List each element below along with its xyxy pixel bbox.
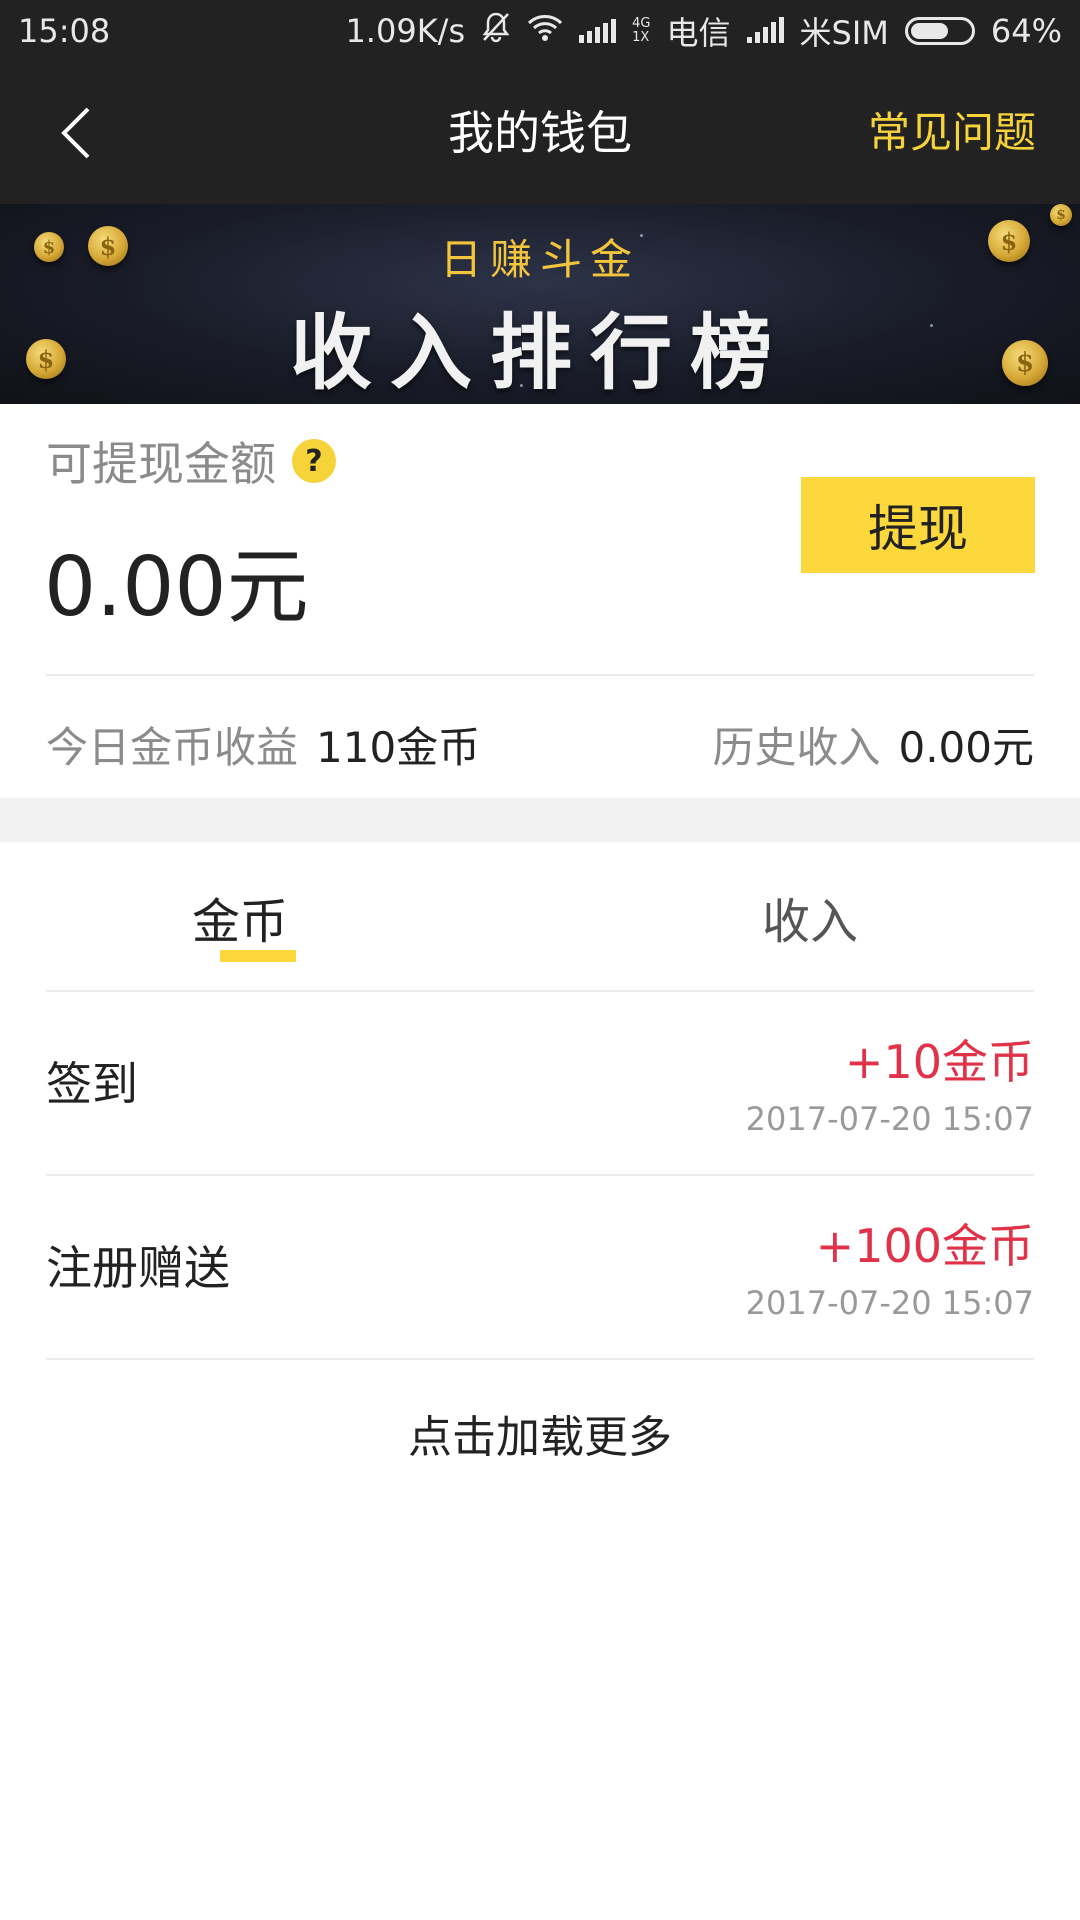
signal-icon-1 xyxy=(579,19,617,43)
network-type: 4G 1X xyxy=(632,17,650,45)
history-income-value: 0.00元 xyxy=(898,722,1034,772)
income-ranking-banner[interactable]: 日赚斗金 收入排行榜 xyxy=(0,204,1080,404)
wifi-icon xyxy=(527,12,563,50)
battery-icon xyxy=(904,17,975,45)
today-coins-value: 110金币 xyxy=(316,722,481,772)
list-item: 注册赠送 +100金币 2017-07-20 15:07 xyxy=(46,1176,1034,1360)
battery-percent: 64% xyxy=(990,12,1062,50)
withdrawable-label: 可提现金额 xyxy=(46,437,276,491)
record-name: 注册赠送 xyxy=(46,1241,230,1295)
banner-title: 收入排行榜 xyxy=(289,306,790,401)
withdrawable-amount: 0.00元 xyxy=(44,540,309,635)
faq-link[interactable]: 常见问题 xyxy=(868,62,1036,204)
section-gap xyxy=(0,798,1080,842)
net-speed: 1.09K/s xyxy=(345,12,466,50)
back-button[interactable] xyxy=(40,98,110,168)
signal-icon-2 xyxy=(746,17,784,43)
banner-subtitle: 日赚斗金 xyxy=(439,235,640,284)
tab-coins[interactable]: 金币 xyxy=(0,842,540,992)
tab-bar: 金币 收入 xyxy=(0,842,1080,992)
balance-section: 可提现金额 ? 0.00元 提现 今日金币收益 110金币 历史收入 0.00元 xyxy=(0,404,1080,798)
status-time: 15:08 xyxy=(18,12,111,50)
today-coins-label: 今日金币收益 xyxy=(46,722,299,772)
tab-income[interactable]: 收入 xyxy=(540,842,1080,992)
divider xyxy=(46,1358,1034,1360)
help-icon[interactable]: ? xyxy=(292,439,336,483)
chevron-left-icon xyxy=(61,107,90,159)
earnings-summary: 今日金币收益 110金币 历史收入 0.00元 xyxy=(46,704,1034,784)
network-type-top: 4G xyxy=(632,16,651,31)
carrier-2: 米SIM xyxy=(799,14,889,52)
history-income-label: 历史收入 xyxy=(712,722,881,772)
load-more-button[interactable]: 点击加载更多 xyxy=(0,1398,1080,1478)
status-right: 1.09K/s 4G 1X 电信 米SIM 64% xyxy=(345,8,1062,54)
status-bar: 15:08 1.09K/s 4G 1X 电信 米SIM 64% xyxy=(0,0,1080,62)
tab-income-label: 收入 xyxy=(761,894,858,950)
divider xyxy=(46,674,1034,676)
record-amount: +100金币 xyxy=(815,1219,1034,1273)
network-type-bottom: 1X xyxy=(632,30,650,45)
record-time: 2017-07-20 15:07 xyxy=(745,1284,1034,1322)
record-time: 2017-07-20 15:07 xyxy=(745,1100,1034,1138)
record-name: 签到 xyxy=(46,1057,138,1111)
carrier-1: 电信 xyxy=(666,14,731,52)
record-amount: +10金币 xyxy=(844,1035,1034,1089)
list-item: 签到 +10金币 2017-07-20 15:07 xyxy=(46,992,1034,1176)
withdraw-button[interactable]: 提现 xyxy=(801,477,1035,573)
tab-coins-label: 金币 xyxy=(191,894,288,950)
coin-icon xyxy=(1050,204,1072,226)
history-income: 历史收入 0.00元 xyxy=(712,714,1034,775)
active-tab-indicator xyxy=(220,950,296,962)
withdrawable-label-row: 可提现金额 ? xyxy=(46,428,336,494)
nav-bar: 我的钱包 常见问题 xyxy=(0,62,1080,204)
mute-icon xyxy=(481,11,511,51)
